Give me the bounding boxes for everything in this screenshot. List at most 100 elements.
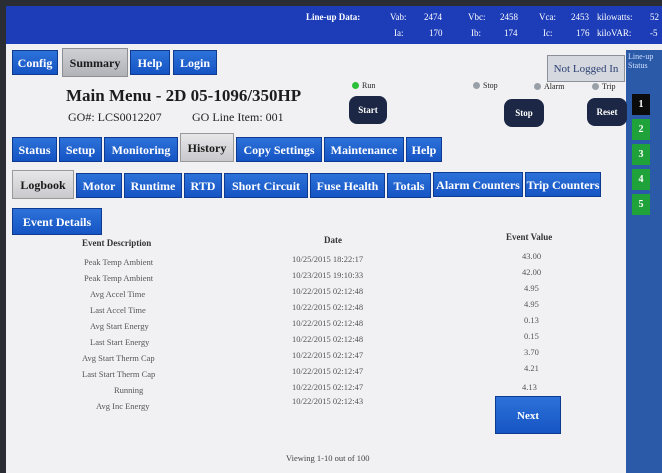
stop-indicator: Stop	[473, 81, 498, 90]
subtab-runtime[interactable]: Runtime	[124, 173, 182, 198]
table-row-desc: Avg Start Energy	[90, 321, 149, 331]
ib-value: 174	[504, 28, 518, 38]
table-row-date: 10/22/2015 02:12:48	[292, 302, 364, 312]
vbc-label: Vbc:	[468, 12, 486, 22]
table-row-desc: Avg Start Therm Cap	[82, 353, 155, 363]
subtab-totals[interactable]: Totals	[387, 173, 431, 198]
alarm-label: Alarm	[544, 82, 565, 91]
col-header-description: Event Description	[82, 238, 152, 248]
vbc-value: 2458	[500, 12, 518, 22]
vca-label: Vca:	[539, 12, 556, 22]
table-row-value: 42.00	[522, 267, 542, 277]
table-row-value: 4.13	[522, 382, 537, 392]
trip-indicator: Trip	[592, 82, 616, 91]
table-row-desc: Avg Inc Energy	[96, 401, 150, 411]
table-row-desc: Last Accel Time	[90, 305, 146, 315]
table-row-desc: Avg Accel Time	[90, 289, 146, 299]
subtab-logbook[interactable]: Logbook	[12, 170, 74, 199]
tab-copy-settings[interactable]: Copy Settings	[236, 137, 322, 162]
stop-label: Stop	[483, 81, 498, 90]
alarm-led-icon	[534, 83, 541, 90]
go-line-item: GO Line Item: 001	[192, 110, 284, 124]
table-row-value: 43.00	[522, 251, 542, 261]
table-row-date: 10/22/2015 02:12:48	[292, 318, 364, 328]
table-row-value: 4.95	[524, 299, 539, 309]
table-row-date: 10/22/2015 02:12:47	[292, 382, 364, 392]
table-row-desc: Peak Temp Ambient	[84, 257, 154, 267]
table-row-desc: Last Start Therm Cap	[82, 369, 156, 379]
pagination-status: Viewing 1-10 out of 100	[286, 453, 370, 463]
run-label: Run	[362, 81, 376, 90]
tab-history[interactable]: History	[180, 133, 234, 162]
tab-help-top[interactable]: Help	[130, 50, 170, 75]
table-row-desc: Last Start Energy	[90, 337, 150, 347]
kilowatts-label: kilowatts:	[597, 12, 633, 22]
next-button[interactable]: Next	[495, 396, 561, 434]
table-row-value: 3.70	[524, 347, 539, 357]
subtab-short-circuit[interactable]: Short Circuit	[224, 173, 308, 198]
hmi-screen: Line-up Data: Vab: 2474 Vbc: 2458 Vca: 2…	[6, 6, 662, 473]
table-row-desc: Running	[114, 385, 144, 395]
tab-config[interactable]: Config	[12, 50, 58, 75]
lineup-unit-3[interactable]: 3	[632, 144, 650, 165]
table-row-date: 10/25/2015 18:22:17	[292, 254, 364, 264]
col-header-value: Event Value	[506, 232, 553, 242]
alarm-indicator: Alarm	[534, 82, 564, 91]
table-row-date: 10/23/2015 19:10:33	[292, 270, 364, 280]
tab-help[interactable]: Help	[406, 137, 442, 162]
table-row-date: 10/22/2015 02:12:48	[292, 286, 364, 296]
table-row-date: 10/22/2015 02:12:47	[292, 366, 364, 376]
vca-value: 2453	[571, 12, 589, 22]
kilovar-value: -5	[650, 28, 658, 38]
page-title: Main Menu - 2D 05-1096/350HP	[66, 86, 302, 105]
lineup-label: Line-up Data:	[306, 12, 361, 22]
ic-value: 176	[576, 28, 590, 38]
tab-summary[interactable]: Summary	[62, 48, 128, 77]
kilowatts-value: 52	[650, 12, 659, 22]
login-status-badge: Not Logged In	[547, 55, 625, 82]
vab-value: 2474	[424, 12, 442, 22]
go-number: GO#: LCS0012207	[68, 110, 162, 124]
table-row-date: 10/22/2015 02:12:47	[292, 350, 364, 360]
reset-button[interactable]: Reset	[587, 98, 627, 126]
table-row-date: 10/22/2015 02:12:43	[292, 396, 364, 406]
tab-monitoring[interactable]: Monitoring	[104, 137, 178, 162]
table-row-value: 4.21	[524, 363, 539, 373]
tab-login[interactable]: Login	[173, 50, 217, 75]
tab-maintenance[interactable]: Maintenance	[324, 137, 404, 162]
vab-label: Vab:	[390, 12, 407, 22]
lineup-unit-1[interactable]: 1	[632, 94, 650, 115]
trip-led-icon	[592, 83, 599, 90]
subtab-alarm-counters[interactable]: Alarm Counters	[433, 172, 523, 197]
col-header-date: Date	[324, 235, 342, 245]
ia-label: Ia:	[394, 28, 404, 38]
table-row-value: 0.15	[524, 331, 539, 341]
lineup-unit-4[interactable]: 4	[632, 169, 650, 190]
subtab-trip-counters[interactable]: Trip Counters	[525, 172, 601, 197]
ic-label: Ic:	[543, 28, 553, 38]
lineup-status-label: Line-up Status	[628, 52, 654, 70]
lineup-data-bar: Line-up Data: Vab: 2474 Vbc: 2458 Vca: 2…	[6, 6, 662, 44]
tab-status[interactable]: Status	[12, 137, 57, 162]
tab-setup[interactable]: Setup	[59, 137, 102, 162]
lineup-unit-2[interactable]: 2	[632, 119, 650, 140]
trip-label: Trip	[602, 82, 616, 91]
kilovar-label: kiloVAR:	[597, 28, 632, 38]
subtab-fuse-health[interactable]: Fuse Health	[310, 173, 385, 198]
run-indicator: Run	[352, 81, 375, 90]
subtab-rtd[interactable]: RTD	[184, 173, 222, 198]
lineup-status-panel: Line-up Status 1 2 3 4 5	[626, 50, 662, 473]
start-button[interactable]: Start	[349, 96, 387, 124]
stop-led-icon	[473, 82, 480, 89]
run-led-icon	[352, 82, 359, 89]
stop-button[interactable]: Stop	[504, 99, 544, 127]
table-row-value: 4.95	[524, 283, 539, 293]
lineup-unit-5[interactable]: 5	[632, 194, 650, 215]
ia-value: 170	[429, 28, 443, 38]
table-row-value: 0.13	[524, 315, 539, 325]
ib-label: Ib:	[471, 28, 481, 38]
tab-event-details[interactable]: Event Details	[12, 208, 102, 235]
subtab-motor[interactable]: Motor	[76, 173, 122, 198]
table-row-date: 10/22/2015 02:12:48	[292, 334, 364, 344]
table-row-desc: Peak Temp Ambient	[84, 273, 154, 283]
